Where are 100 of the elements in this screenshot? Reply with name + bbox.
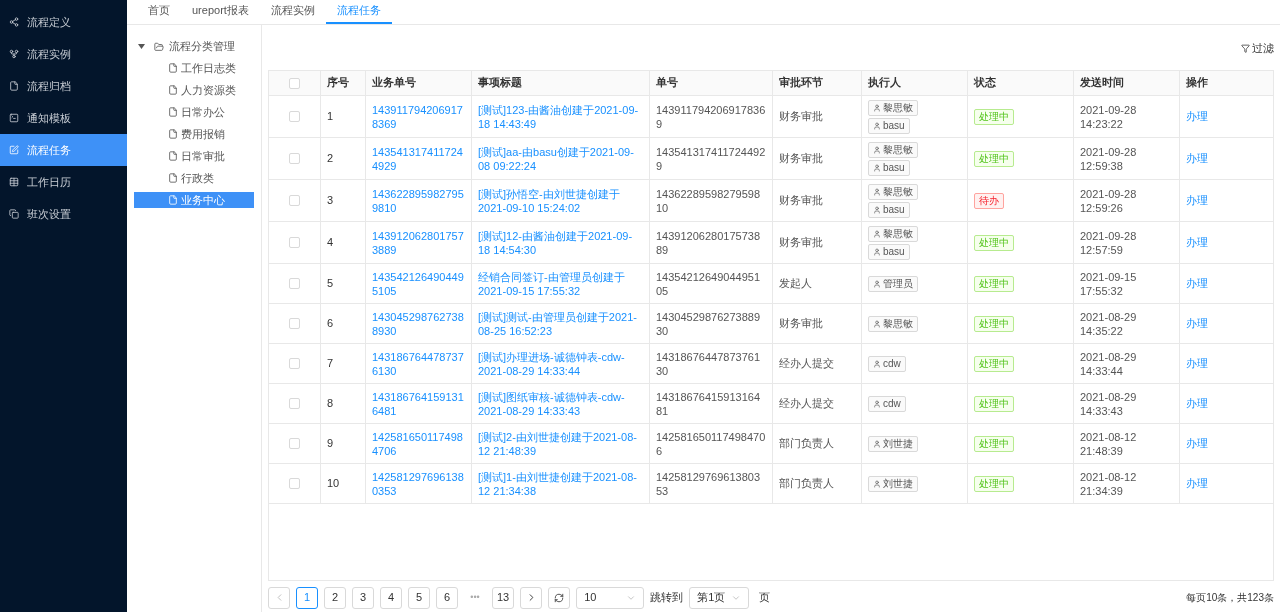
- tree-node[interactable]: 日常办公: [134, 104, 254, 120]
- sidebar-item[interactable]: 流程实例: [0, 38, 127, 70]
- user-tag: basu: [868, 201, 910, 218]
- handle-link[interactable]: 办理: [1186, 315, 1208, 332]
- tab[interactable]: 流程实例: [259, 0, 326, 24]
- page-button[interactable]: 3: [352, 586, 374, 609]
- user-tag: 刘世捷: [868, 475, 918, 492]
- copy-icon: [9, 209, 19, 219]
- filter-button[interactable]: 过滤: [1241, 38, 1274, 57]
- title-link[interactable]: [测试]123-由酱油创建于2021-09-18 14:43:49: [478, 102, 643, 131]
- tree-node[interactable]: 业务中心: [134, 192, 254, 208]
- business-number-link[interactable]: 1425812976961380353: [372, 469, 465, 498]
- user-tag: 黎思敏: [868, 99, 918, 116]
- business-number-link[interactable]: 1435413174117244929: [372, 144, 465, 173]
- title-link[interactable]: [测试]办理进场-诚德钟表-cdw-2021-08-29 14:33:44: [478, 349, 643, 378]
- sidebar-item[interactable]: 流程定义: [0, 6, 127, 38]
- title-link[interactable]: [测试]孙悟空-由刘世捷创建于2021-09-10 15:24:02: [478, 186, 643, 215]
- column-header: 单号: [650, 71, 773, 95]
- business-number-link[interactable]: 1435421264904495105: [372, 269, 465, 298]
- checkbox[interactable]: [289, 195, 300, 206]
- terminal-icon: [9, 113, 19, 123]
- handle-link[interactable]: 办理: [1186, 192, 1208, 209]
- tab[interactable]: ureport报表: [181, 0, 260, 24]
- title-link[interactable]: [测试]aa-由basu创建于2021-09-08 09:22:24: [478, 144, 643, 173]
- handle-link[interactable]: 办理: [1186, 395, 1208, 412]
- handle-link[interactable]: 办理: [1186, 275, 1208, 292]
- table-cell-text: 2021-08-12 21:48:39: [1080, 429, 1138, 458]
- handle-link[interactable]: 办理: [1186, 108, 1208, 125]
- page-size-select[interactable]: 10: [576, 586, 645, 609]
- table-cell-text: 部门负责人: [779, 436, 834, 452]
- title-link[interactable]: [测试]1-由刘世捷创建于2021-08-12 21:34:38: [478, 469, 643, 498]
- tab[interactable]: 流程任务: [325, 0, 392, 24]
- business-number-link[interactable]: 1439117942069178369: [372, 102, 465, 131]
- page-button[interactable]: 5: [408, 586, 430, 609]
- title-link[interactable]: 经销合同签订-由管理员创建于2021-09-15 17:55:32: [478, 269, 643, 298]
- handle-link[interactable]: 办理: [1186, 475, 1208, 492]
- checkbox[interactable]: [289, 111, 300, 122]
- user-tag: basu: [868, 159, 910, 176]
- sidebar-item[interactable]: 流程任务: [0, 134, 127, 166]
- business-number-link[interactable]: 1436228959827959810: [372, 186, 465, 215]
- business-number-link[interactable]: 1425816501174984706: [372, 429, 465, 458]
- checkbox[interactable]: [289, 153, 300, 164]
- refresh-button[interactable]: [548, 586, 571, 609]
- handle-link[interactable]: 办理: [1186, 234, 1208, 251]
- business-number-link[interactable]: 1439120628017573889: [372, 228, 465, 257]
- handle-link[interactable]: 办理: [1186, 355, 1208, 372]
- checkbox[interactable]: [289, 237, 300, 248]
- tree-node[interactable]: 人力资源类: [134, 82, 254, 98]
- table-cell-text: 1439120628017573889: [656, 228, 761, 257]
- table-cell: 1435413174117244929: [656, 144, 766, 173]
- checkbox[interactable]: [289, 438, 300, 449]
- title-link[interactable]: [测试]图纸审核-诚德钟表-cdw-2021-08-29 14:33:43: [478, 389, 643, 418]
- page-button[interactable]: 1: [296, 586, 318, 609]
- sidebar-item[interactable]: 通知模板: [0, 102, 127, 134]
- business-number-link[interactable]: 1430452987627388930: [372, 309, 465, 338]
- user-tag: basu: [868, 117, 910, 134]
- handle-link[interactable]: 办理: [1186, 435, 1208, 452]
- previous-page-button[interactable]: [268, 586, 290, 609]
- title-link[interactable]: [测试]2-由刘世捷创建于2021-08-12 21:48:39: [478, 429, 643, 458]
- checkbox[interactable]: [289, 318, 300, 329]
- page-button[interactable]: 4: [380, 586, 402, 609]
- checkbox[interactable]: [289, 278, 300, 289]
- column-header: 执行人: [862, 71, 968, 95]
- table-cell-text: 发起人: [779, 276, 812, 292]
- page-button[interactable]: 6: [436, 586, 458, 609]
- page-button[interactable]: 13: [492, 586, 515, 609]
- status-tag: 待办: [974, 192, 1004, 209]
- table-cell-text: 财务审批: [779, 193, 823, 209]
- tab[interactable]: 首页: [137, 0, 181, 24]
- checkbox[interactable]: [289, 77, 300, 89]
- table-cell-text: 2021-09-28 14:23:22: [1080, 102, 1138, 131]
- tree-node[interactable]: 日常审批: [134, 148, 254, 164]
- next-page-button[interactable]: [520, 586, 543, 609]
- business-number-link[interactable]: 1431867644787376130: [372, 349, 465, 378]
- tree-node[interactable]: 流程分类管理: [134, 39, 254, 54]
- document-icon: [168, 85, 178, 95]
- title-link[interactable]: [测试]测试-由管理员创建于2021-08-25 16:52:23: [478, 309, 643, 338]
- document-icon: [9, 81, 19, 91]
- sidebar-item[interactable]: 工作日历: [0, 166, 127, 198]
- user-icon: [873, 103, 881, 112]
- sidebar-item[interactable]: 班次设置: [0, 198, 127, 230]
- status-tag: 处理中: [974, 150, 1014, 167]
- business-number-link[interactable]: 1431867641591316481: [372, 389, 465, 418]
- handle-link[interactable]: 办理: [1186, 150, 1208, 167]
- tree-node[interactable]: 费用报销: [134, 126, 254, 142]
- user-tag: 黎思敏: [868, 315, 918, 332]
- checkbox[interactable]: [289, 478, 300, 489]
- tree-node[interactable]: 工作日志类: [134, 60, 254, 76]
- pagination-summary: 每页10条，共123条: [1186, 591, 1274, 605]
- status-tag: 处理中: [974, 234, 1014, 251]
- table-cell-text: 财务审批: [779, 109, 823, 125]
- sidebar-item[interactable]: 流程归档: [0, 70, 127, 102]
- checkbox[interactable]: [289, 398, 300, 409]
- page-unit-label: 页: [759, 590, 771, 606]
- jump-page-select[interactable]: 第1页: [689, 586, 750, 609]
- title-link[interactable]: [测试]12-由酱油创建于2021-09-18 14:54:30: [478, 228, 643, 257]
- checkbox[interactable]: [289, 358, 300, 369]
- page-button[interactable]: 2: [324, 586, 346, 609]
- tree-node[interactable]: 行政类: [134, 170, 254, 186]
- table-icon: [9, 177, 19, 187]
